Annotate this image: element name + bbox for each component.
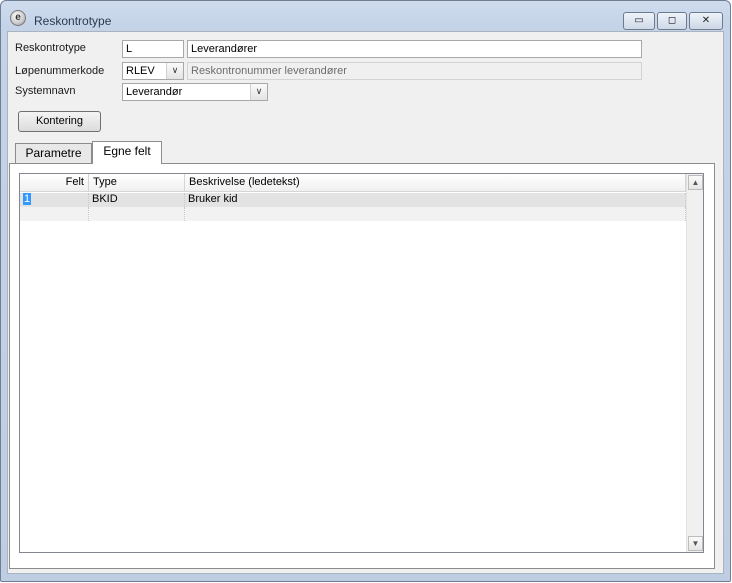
column-header-type[interactable]: Type [89, 174, 185, 192]
chevron-down-icon[interactable]: ∨ [166, 63, 183, 79]
vertical-scrollbar[interactable]: ▲ ▼ [686, 174, 703, 552]
lopenummerkode-label: Løpenummerkode [15, 65, 105, 77]
lopenummerkode-description: Reskontronummer leverandører [187, 62, 642, 80]
window-title: Reskontrotype [34, 14, 112, 28]
kontering-button[interactable]: Kontering [18, 111, 101, 132]
maximize-button[interactable]: ◻ [657, 12, 687, 30]
table-row[interactable] [20, 207, 686, 221]
lopenummerkode-dropdown[interactable]: RLEV ∨ [122, 62, 184, 80]
tab-parametre[interactable]: Parametre [15, 143, 92, 164]
cell-type[interactable]: BKID [89, 193, 185, 207]
scroll-up-icon[interactable]: ▲ [688, 175, 703, 190]
grid-header: Felt Type Beskrivelse (ledetekst) [20, 174, 686, 192]
reskontrotype-code-input[interactable]: L [122, 40, 184, 58]
chevron-down-icon[interactable]: ∨ [250, 84, 267, 100]
reskontrotype-name-input[interactable]: Leverandører [187, 40, 642, 58]
close-button[interactable]: ✕ [689, 12, 723, 30]
e-logo-icon: e [10, 10, 26, 26]
minimize-button[interactable]: ▭ [623, 12, 655, 30]
title-bar[interactable]: e Reskontrotype ▭ ◻ ✕ [1, 1, 730, 31]
table-row[interactable]: 1 BKID Bruker kid [20, 193, 686, 207]
egne-felt-grid[interactable]: Felt Type Beskrivelse (ledetekst) 1 BKID… [19, 173, 704, 553]
cell-beskrivelse[interactable]: Bruker kid [185, 193, 686, 207]
column-header-beskrivelse[interactable]: Beskrivelse (ledetekst) [185, 174, 686, 192]
systemnavn-dropdown[interactable]: Leverandør ∨ [122, 83, 268, 101]
cell-type[interactable] [89, 207, 185, 221]
scroll-down-icon[interactable]: ▼ [688, 536, 703, 551]
lopenummerkode-value: RLEV [126, 65, 155, 77]
cell-felt[interactable] [20, 207, 89, 221]
kontering-button-label: Kontering [35, 115, 84, 127]
tab-egne-felt[interactable]: Egne felt [92, 141, 162, 164]
column-header-felt[interactable]: Felt [20, 174, 89, 192]
cell-felt[interactable]: 1 [20, 193, 89, 207]
reskontrotype-label: Reskontrotype [15, 42, 86, 54]
systemnavn-value: Leverandør [126, 86, 183, 98]
selected-cell-value: 1 [23, 193, 32, 205]
cell-beskrivelse[interactable] [185, 207, 686, 221]
systemnavn-label: Systemnavn [15, 85, 76, 97]
